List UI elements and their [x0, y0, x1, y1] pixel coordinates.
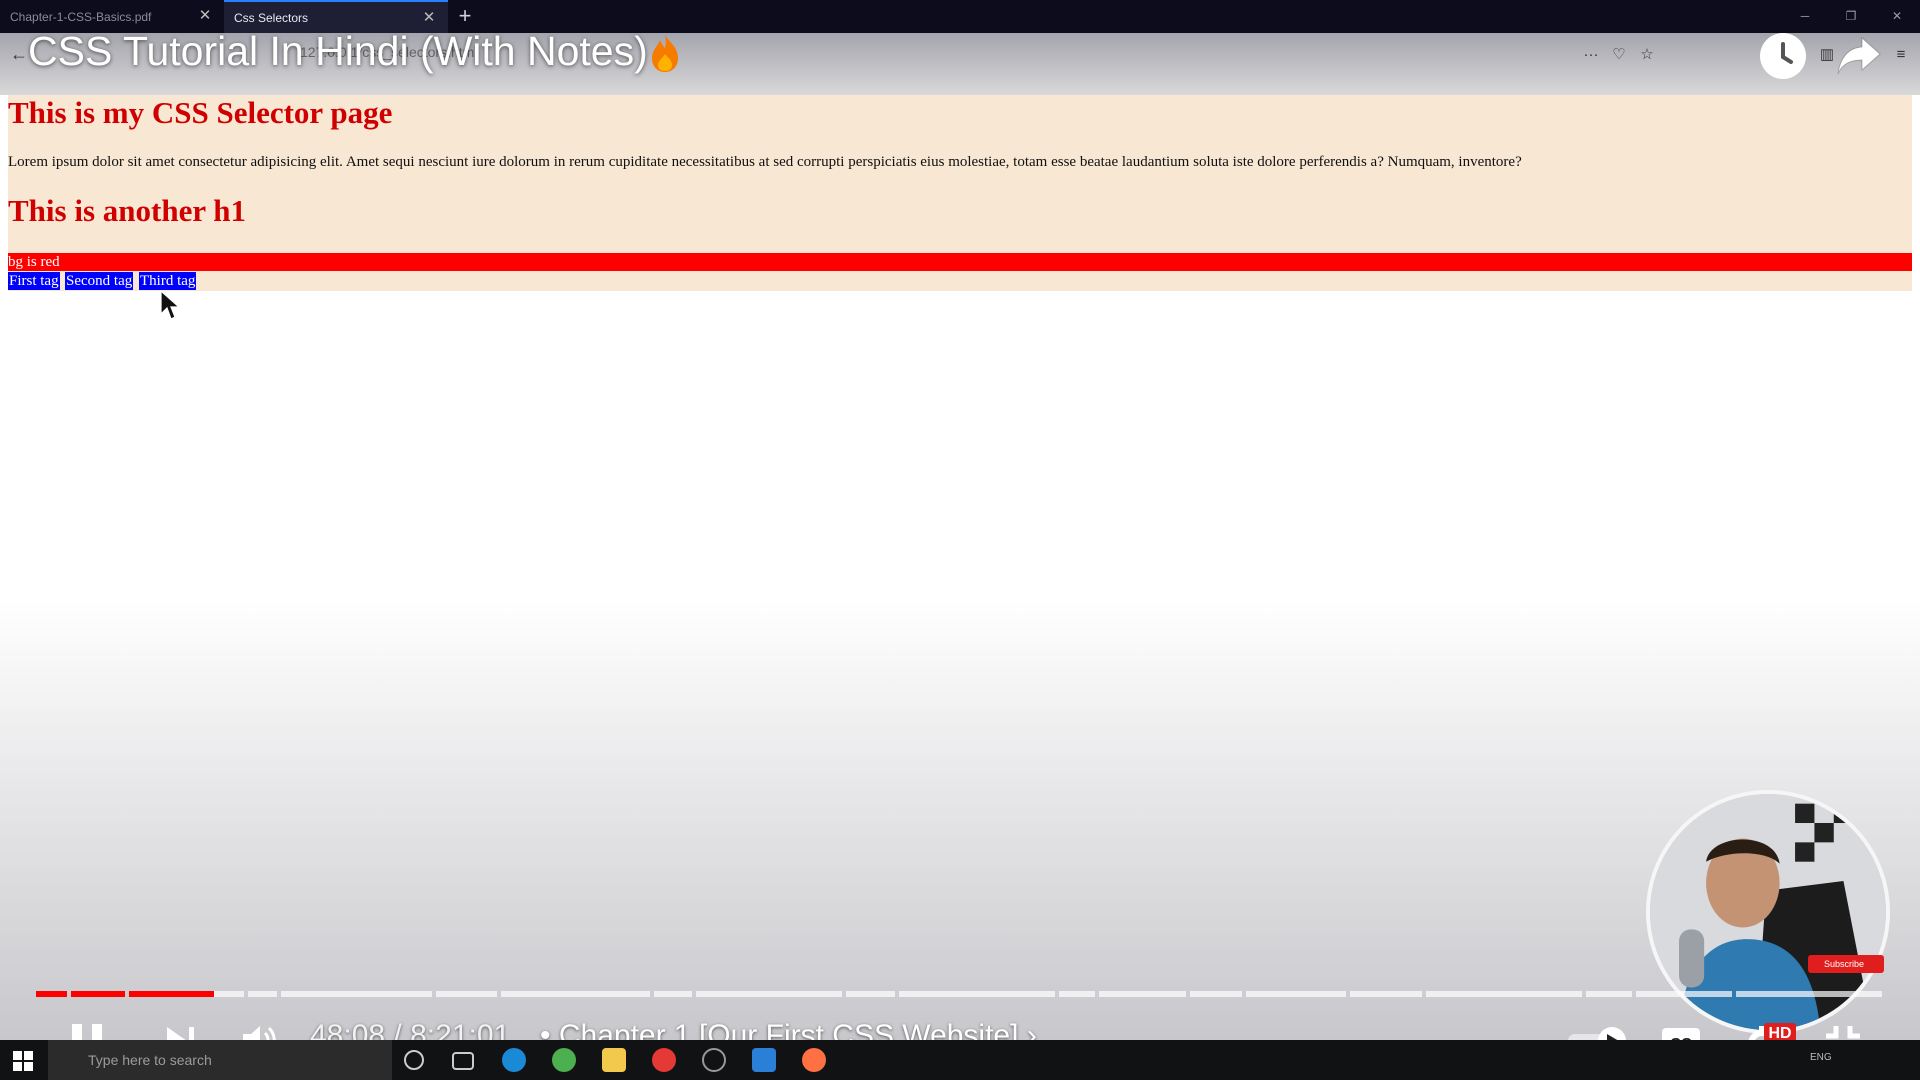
app-icon[interactable]	[702, 1048, 726, 1072]
played-segment	[71, 991, 125, 997]
new-tab-button[interactable]: +	[452, 4, 478, 30]
taskbar-search-input[interactable]: Type here to search	[48, 1040, 392, 1080]
tag-span-first: First tag	[8, 272, 60, 290]
windows-start-icon[interactable]	[12, 1050, 34, 1072]
chapter-segment[interactable]	[1736, 991, 1882, 997]
red-background-div: bg is red	[8, 253, 1912, 271]
chrome-icon[interactable]	[552, 1048, 576, 1072]
page-heading-first: This is my CSS Selector page	[8, 95, 393, 130]
played-segment	[36, 991, 67, 997]
video-progress-bar[interactable]	[36, 991, 1886, 997]
close-tab-icon[interactable]: ✕	[420, 9, 438, 27]
lorem-paragraph: Lorem ipsum dolor sit amet consectetur a…	[8, 154, 1522, 170]
chapter-segment[interactable]	[1099, 991, 1186, 997]
tab-label: Chapter-1-CSS-Basics.pdf	[10, 9, 152, 24]
firefox-icon[interactable]	[802, 1048, 826, 1072]
chapter-segment[interactable]	[281, 991, 432, 997]
cortana-icon[interactable]	[404, 1050, 424, 1070]
sidebar-icon[interactable]: ▥	[1816, 44, 1838, 66]
chapter-segment[interactable]	[1426, 991, 1582, 997]
subscribe-badge[interactable]: Subscribe	[1808, 955, 1884, 973]
tab-label: Css Selectors	[234, 10, 309, 25]
window-close-button[interactable]: ✕	[1882, 6, 1912, 26]
chapter-segment[interactable]	[846, 991, 895, 997]
close-tab-icon[interactable]: ✕	[196, 7, 214, 25]
bookmark-star-icon[interactable]: ☆	[1636, 44, 1658, 66]
page-actions-icon[interactable]: ···	[1580, 44, 1602, 66]
tag-span-second: Second tag	[65, 272, 134, 290]
maximize-button[interactable]: ❐	[1836, 6, 1866, 26]
hamburger-menu-icon[interactable]: ≡	[1890, 44, 1912, 66]
chapter-segment[interactable]	[899, 991, 1055, 997]
chapter-segment[interactable]	[1350, 991, 1422, 997]
chapter-segment[interactable]	[436, 991, 497, 997]
chapter-segment[interactable]	[1190, 991, 1242, 997]
chapter-segment[interactable]	[248, 991, 277, 997]
chapter-segment[interactable]	[1586, 991, 1632, 997]
chapter-segment[interactable]	[696, 991, 842, 997]
pocket-icon[interactable]: ♡	[1608, 44, 1630, 66]
tag-span-third: Third tag	[139, 272, 197, 290]
task-view-icon[interactable]	[452, 1052, 474, 1070]
chapter-segment[interactable]	[1636, 991, 1732, 997]
webpage-body: This is my CSS Selector page Lorem ipsum…	[8, 95, 1912, 291]
file-explorer-icon[interactable]	[602, 1048, 626, 1072]
mouse-cursor-icon	[160, 290, 180, 320]
chrome-second-icon[interactable]	[652, 1048, 676, 1072]
edge-browser-icon[interactable]	[502, 1048, 526, 1072]
webcam-presenter-avatar	[1646, 790, 1890, 1034]
chapter-segment[interactable]	[501, 991, 650, 997]
chapter-segment[interactable]	[1059, 991, 1095, 997]
chapter-segment[interactable]	[1246, 991, 1346, 997]
language-indicator[interactable]: ENG	[1810, 1052, 1832, 1063]
played-segment	[129, 991, 214, 997]
vscode-icon[interactable]	[752, 1048, 776, 1072]
page-heading-second: This is another h1	[8, 193, 247, 228]
watch-later-clock-icon[interactable]	[1760, 33, 1806, 79]
video-title[interactable]: CSS Tutorial In Hindi (With Notes)	[28, 28, 648, 75]
fire-icon	[652, 34, 678, 72]
share-arrow-icon[interactable]	[1836, 34, 1882, 78]
chapter-segment[interactable]	[654, 991, 692, 997]
minimize-button[interactable]: ─	[1790, 6, 1820, 26]
player-bottom-gradient	[0, 600, 1920, 1040]
